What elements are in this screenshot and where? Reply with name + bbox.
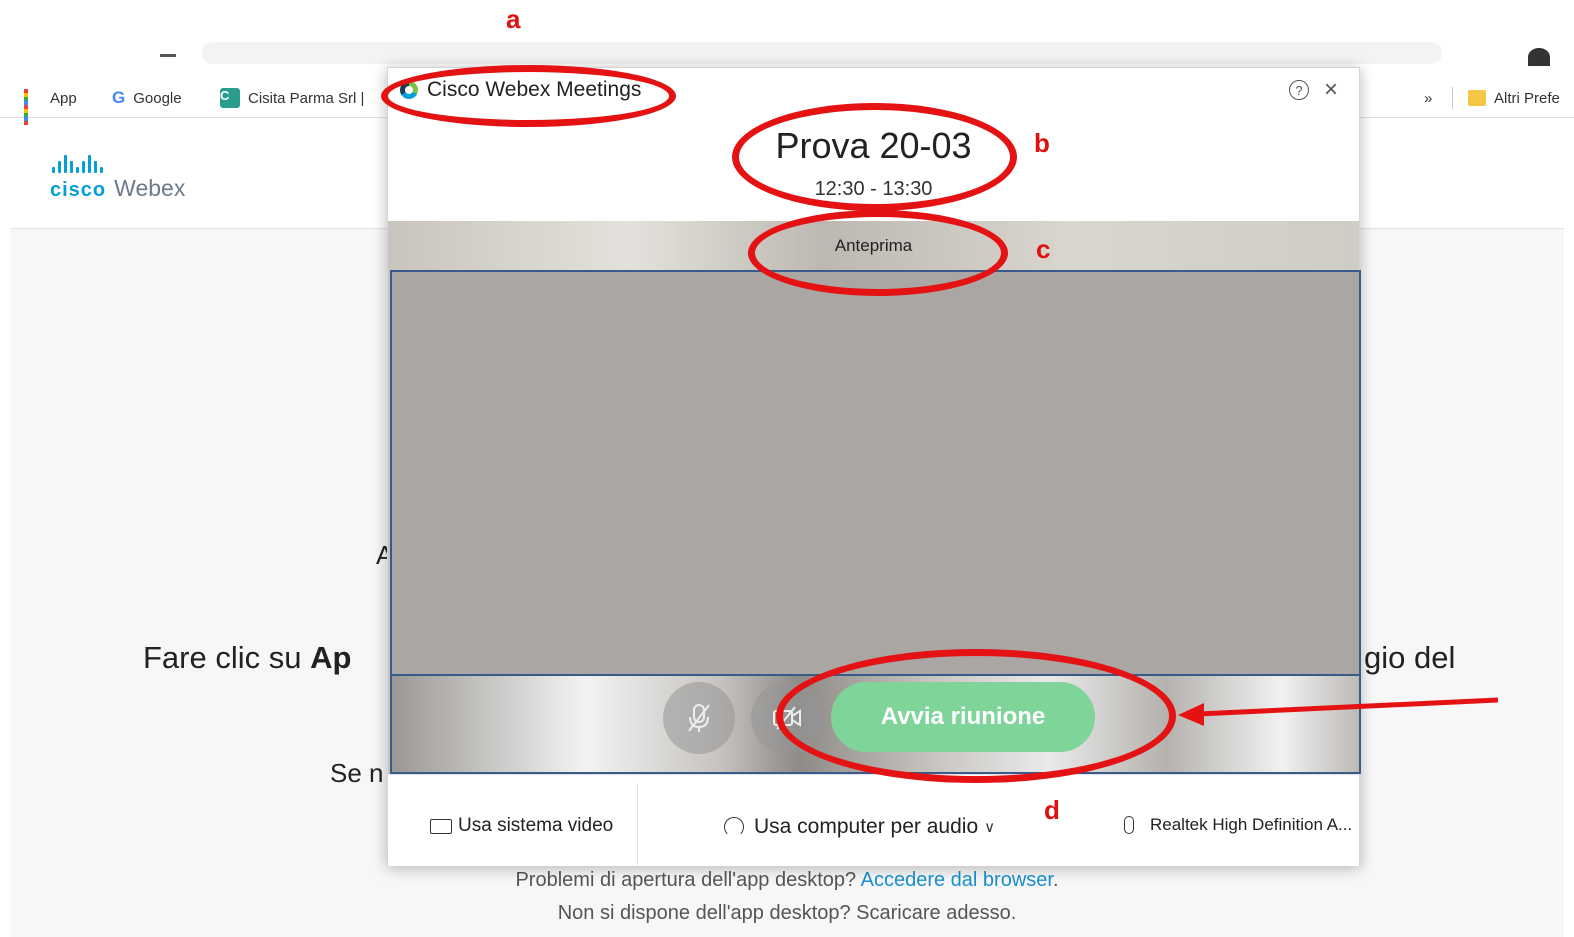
annotation-arrow bbox=[1178, 697, 1499, 726]
